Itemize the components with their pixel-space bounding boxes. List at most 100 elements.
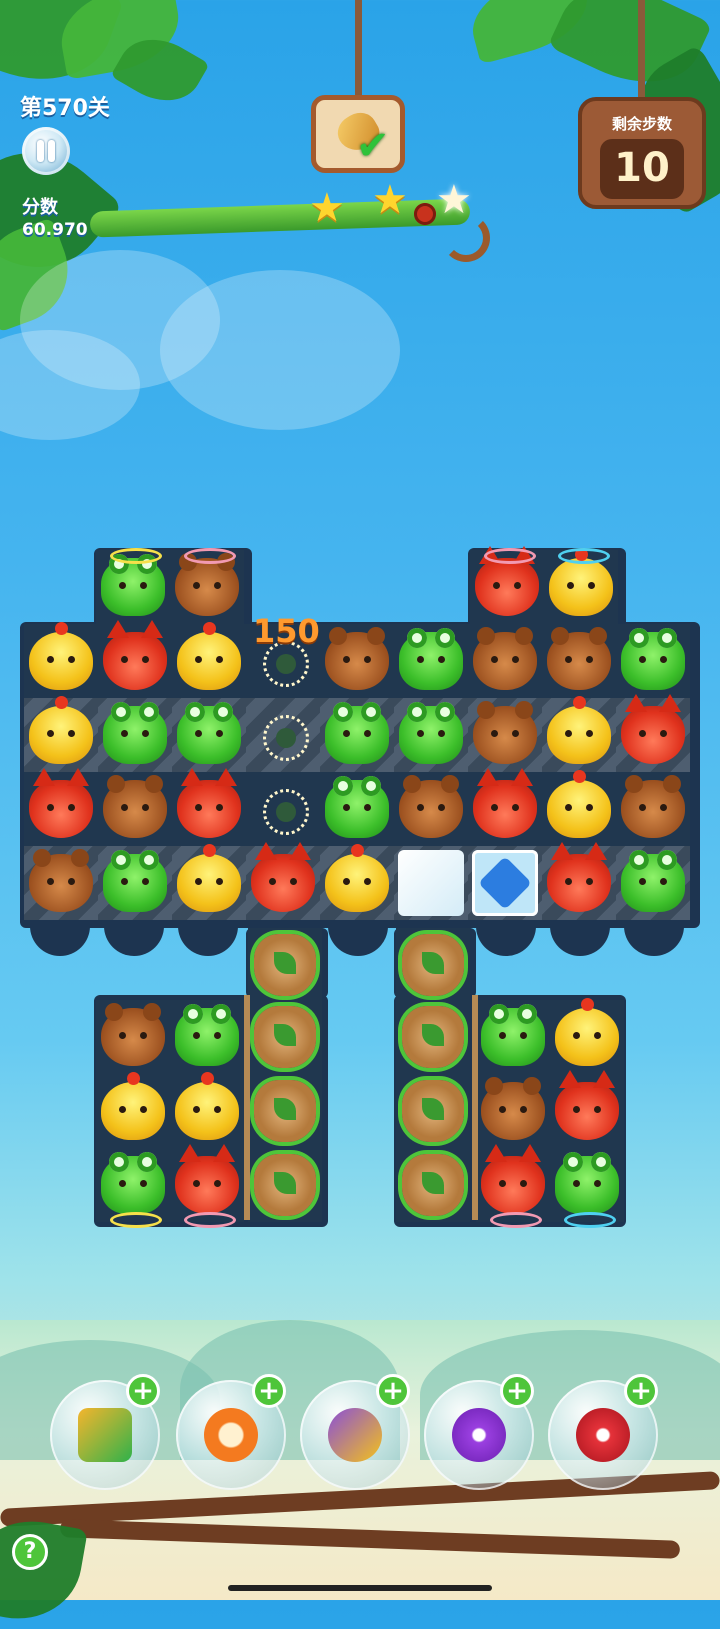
- frog-piece-icon: [103, 850, 167, 912]
- board-cell[interactable]: [248, 1148, 322, 1222]
- board-cell[interactable]: [468, 698, 542, 772]
- board-cell[interactable]: [246, 772, 320, 846]
- board-cell[interactable]: [320, 624, 394, 698]
- board-cell[interactable]: [170, 1000, 244, 1074]
- chick-piece-icon: [29, 696, 93, 764]
- chick-piece-icon: [175, 1072, 239, 1140]
- board-cell[interactable]: [172, 768, 246, 846]
- board-cell[interactable]: [24, 846, 98, 920]
- plus-icon[interactable]: +: [500, 1374, 534, 1408]
- board-cell[interactable]: [320, 698, 394, 772]
- board-cell[interactable]: [246, 698, 320, 772]
- combo-score-popup: 150: [253, 612, 320, 650]
- board-cell[interactable]: [550, 1148, 624, 1228]
- board-cell[interactable]: [98, 772, 172, 846]
- board-cell[interactable]: [476, 1074, 550, 1148]
- frog-piece-icon: [101, 1152, 165, 1214]
- board-cell[interactable]: [24, 768, 98, 846]
- board-cell[interactable]: [172, 698, 246, 772]
- board-cell[interactable]: [542, 770, 616, 846]
- board-cell[interactable]: [248, 1074, 322, 1148]
- help-button[interactable]: ?: [12, 1534, 48, 1570]
- board-cell[interactable]: [468, 624, 542, 698]
- board-cell[interactable]: [170, 1072, 244, 1148]
- bear-piece-icon: [175, 553, 239, 616]
- progress-ladybug-icon: [414, 203, 436, 225]
- board-cell[interactable]: [98, 620, 172, 698]
- board-cell[interactable]: [476, 1000, 550, 1074]
- board-cell[interactable]: [468, 846, 542, 920]
- bear-piece-icon: [481, 1077, 545, 1140]
- board-cell[interactable]: [170, 1144, 244, 1228]
- sparkle-effect: [263, 715, 309, 761]
- board-cell[interactable]: [320, 844, 394, 920]
- fox-piece-icon: [29, 768, 93, 838]
- plus-icon[interactable]: +: [252, 1374, 286, 1408]
- ice-block: [398, 850, 464, 916]
- board-cell[interactable]: [550, 998, 624, 1074]
- board-cell[interactable]: [96, 548, 170, 624]
- board-cell[interactable]: [396, 1000, 470, 1074]
- board-cell[interactable]: [24, 622, 98, 698]
- star-2-icon: ★: [372, 177, 408, 223]
- board-cell[interactable]: [24, 696, 98, 772]
- board-cell[interactable]: [542, 624, 616, 698]
- pause-button[interactable]: [22, 127, 70, 175]
- board-cell[interactable]: [616, 772, 690, 846]
- board-cell[interactable]: [96, 1072, 170, 1148]
- swap-booster[interactable]: +: [300, 1374, 410, 1490]
- goal-rope: [355, 0, 362, 100]
- plus-icon[interactable]: +: [126, 1374, 160, 1408]
- shuffle-booster[interactable]: +: [50, 1374, 160, 1490]
- board-cell[interactable]: [320, 772, 394, 846]
- board-cell[interactable]: [542, 842, 616, 920]
- chick-piece-icon: [177, 622, 241, 690]
- frog-piece-icon: [621, 850, 685, 912]
- bear-piece-icon: [101, 1003, 165, 1066]
- board-cell[interactable]: [172, 844, 246, 920]
- drain-hole: [476, 926, 536, 956]
- board-cell[interactable]: [542, 696, 616, 772]
- board-cell[interactable]: [98, 698, 172, 772]
- board-cell[interactable]: [248, 1000, 322, 1074]
- board-cell[interactable]: [98, 846, 172, 920]
- board-cell[interactable]: [550, 1070, 624, 1148]
- fox-piece-icon: [177, 768, 241, 838]
- board-cell[interactable]: [394, 846, 468, 920]
- extra-time-booster[interactable]: +: [176, 1374, 286, 1490]
- board-cell[interactable]: [394, 624, 468, 698]
- board-cell[interactable]: [396, 1148, 470, 1222]
- board-cell[interactable]: [468, 768, 542, 846]
- board-cell[interactable]: [470, 546, 544, 624]
- frog-piece-icon: [399, 628, 463, 690]
- board-cell[interactable]: [170, 548, 244, 624]
- board-cell[interactable]: [396, 928, 470, 1002]
- frog-piece-icon: [481, 1004, 545, 1066]
- chick-piece-icon: [555, 998, 619, 1066]
- board-cell[interactable]: [616, 624, 690, 698]
- plus-icon[interactable]: +: [624, 1374, 658, 1408]
- board-cell[interactable]: [246, 842, 320, 920]
- star-1-icon: ★: [309, 185, 345, 231]
- board-cell[interactable]: [476, 1144, 550, 1228]
- drain-hole: [30, 926, 90, 956]
- board-cell[interactable]: [616, 694, 690, 772]
- board-cell[interactable]: [172, 622, 246, 698]
- horizontal-rocket-icon: [452, 1408, 506, 1462]
- rope-fence: [244, 995, 250, 1220]
- board-cell[interactable]: [96, 1148, 170, 1228]
- board-cell[interactable]: [394, 698, 468, 772]
- row-rocket-booster[interactable]: +: [424, 1374, 534, 1490]
- chick-piece-icon: [177, 844, 241, 912]
- board-cell[interactable]: [96, 1000, 170, 1074]
- board-cell[interactable]: [396, 1074, 470, 1148]
- board-cell[interactable]: [394, 772, 468, 846]
- board-cell[interactable]: [544, 548, 618, 624]
- drain-hole: [104, 926, 164, 956]
- board-cell[interactable]: [616, 846, 690, 920]
- board-cell[interactable]: [248, 928, 322, 1002]
- column-rocket-booster[interactable]: +: [548, 1374, 658, 1490]
- fox-piece-icon: [547, 842, 611, 912]
- blue-crystal-icon: [472, 850, 538, 916]
- plus-icon[interactable]: +: [376, 1374, 410, 1408]
